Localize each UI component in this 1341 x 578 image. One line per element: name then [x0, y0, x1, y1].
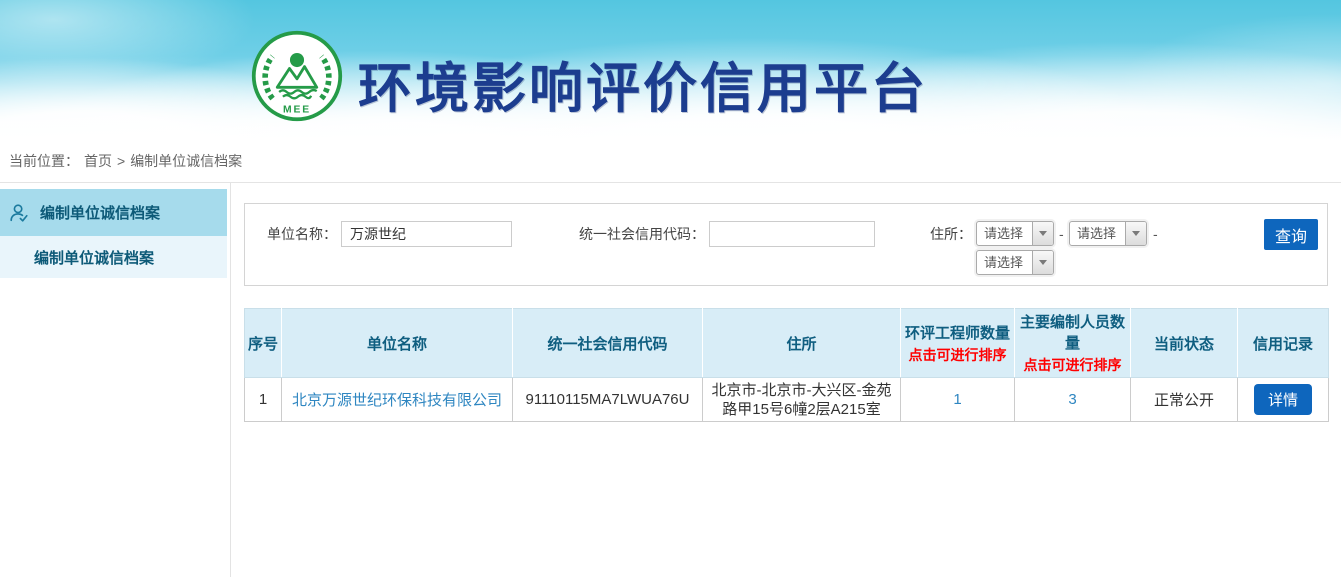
- chevron-down-icon[interactable]: [1125, 222, 1146, 245]
- sort-hint[interactable]: 点击可进行排序: [1017, 355, 1128, 375]
- site-banner: MEE 环境影响评价信用平台: [0, 0, 1341, 140]
- col-header-index: 序号: [245, 309, 282, 378]
- district-select-value: 请选择: [977, 251, 1032, 274]
- engineer-count-link[interactable]: 1: [953, 391, 961, 408]
- col-header-credit-code: 统一社会信用代码: [513, 309, 703, 378]
- col-header-company: 单位名称: [282, 309, 513, 378]
- col-header-credit-record: 信用记录: [1238, 309, 1329, 378]
- svg-text:MEE: MEE: [283, 105, 311, 116]
- results-table: 序号 单位名称 统一社会信用代码 住所 环评工程师数量 点击可进行排序 主要编制…: [244, 308, 1329, 422]
- content-area: 编制单位诚信档案 编制单位诚信档案 单位名称： 统一社会信用代码： 住所： 请选…: [0, 183, 1341, 577]
- cell-company: 北京万源世纪环保科技有限公司: [282, 378, 513, 422]
- site-title: 环境影响评价信用平台: [358, 44, 928, 123]
- cell-status: 正常公开: [1131, 378, 1238, 422]
- chevron-down-icon[interactable]: [1032, 251, 1053, 274]
- company-link[interactable]: 北京万源世纪环保科技有限公司: [292, 392, 502, 409]
- table-row: 1 北京万源世纪环保科技有限公司 91110115MA7LWUA76U 北京市-…: [245, 378, 1329, 422]
- sidebar-subitem-credit-archive[interactable]: 编制单位诚信档案: [0, 236, 227, 278]
- search-panel: 单位名称： 统一社会信用代码： 住所： 请选择 - 请选择 - 请选择: [244, 203, 1328, 286]
- sidebar-item-label: 编制单位诚信档案: [40, 202, 160, 223]
- address-dash: -: [1153, 221, 1158, 247]
- city-select[interactable]: 请选择: [1069, 221, 1147, 246]
- sidebar-item-credit-archive[interactable]: 编制单位诚信档案: [0, 189, 227, 236]
- credit-code-input[interactable]: [709, 221, 875, 247]
- col-header-staff-count[interactable]: 主要编制人员数量 点击可进行排序: [1015, 309, 1131, 378]
- col-header-status: 当前状态: [1131, 309, 1238, 378]
- cell-credit-record: 详情: [1238, 378, 1329, 422]
- chevron-down-icon[interactable]: [1032, 222, 1053, 245]
- table-header-row: 序号 单位名称 统一社会信用代码 住所 环评工程师数量 点击可进行排序 主要编制…: [245, 309, 1329, 378]
- sort-hint[interactable]: 点击可进行排序: [903, 345, 1012, 365]
- cell-engineer-count: 1: [901, 378, 1015, 422]
- detail-button[interactable]: 详情: [1254, 384, 1312, 415]
- city-select-value: 请选择: [1070, 222, 1125, 245]
- breadcrumb-current: 编制单位诚信档案: [130, 151, 242, 171]
- breadcrumb-home-link[interactable]: 首页: [84, 151, 112, 171]
- unit-name-input[interactable]: [341, 221, 512, 247]
- cell-credit-code: 91110115MA7LWUA76U: [513, 378, 703, 422]
- address-label: 住所：: [887, 221, 972, 247]
- col-header-address: 住所: [703, 309, 901, 378]
- staff-count-link[interactable]: 3: [1068, 391, 1076, 408]
- sidebar: 编制单位诚信档案 编制单位诚信档案: [0, 183, 227, 577]
- cell-address: 北京市-北京市-大兴区-金苑路甲15号6幢2层A215室: [703, 378, 901, 422]
- credit-code-label: 统一社会信用代码：: [545, 221, 705, 247]
- address-dash: -: [1059, 221, 1064, 247]
- unit-name-label: 单位名称：: [245, 221, 337, 247]
- col-header-engineer-count[interactable]: 环评工程师数量 点击可进行排序: [901, 309, 1015, 378]
- province-select-value: 请选择: [977, 222, 1032, 245]
- page: MEE 环境影响评价信用平台 当前位置： 首页 > 编制单位诚信档案 编制单位诚…: [0, 0, 1341, 578]
- province-select[interactable]: 请选择: [976, 221, 1054, 246]
- breadcrumb: 当前位置： 首页 > 编制单位诚信档案: [0, 140, 1341, 183]
- district-select[interactable]: 请选择: [976, 250, 1054, 275]
- query-button[interactable]: 查询: [1264, 219, 1318, 250]
- cell-staff-count: 3: [1015, 378, 1131, 422]
- breadcrumb-separator: >: [117, 153, 125, 169]
- person-check-icon: [8, 202, 30, 224]
- cell-index: 1: [245, 378, 282, 422]
- breadcrumb-prefix: 当前位置：: [9, 151, 79, 171]
- mee-logo-icon: MEE: [250, 29, 344, 123]
- main-panel: 单位名称： 统一社会信用代码： 住所： 请选择 - 请选择 - 请选择: [230, 183, 1341, 577]
